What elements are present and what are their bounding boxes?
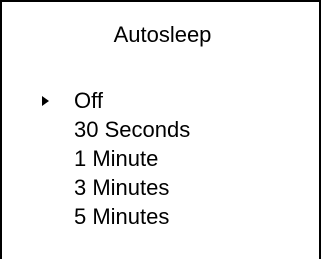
menu-item-label: Off [74,88,103,113]
menu-item-label: 5 Minutes [74,204,170,229]
menu-item-label: 1 Minute [74,146,159,171]
autosleep-screen: Autosleep Off 30 Seconds 1 Minute 3 Minu… [0,0,321,259]
menu-item-30-seconds[interactable]: 30 Seconds [2,115,190,144]
menu-item-label: 30 Seconds [74,117,191,142]
screen-title: Autosleep [113,22,212,47]
menu-item-off[interactable]: Off [2,86,190,115]
menu-item-3-minutes[interactable]: 3 Minutes [2,173,190,202]
menu-item-label: 3 Minutes [74,175,170,200]
selection-arrow-icon [42,96,49,106]
menu-item-1-minute[interactable]: 1 Minute [2,144,190,173]
menu-item-5-minutes[interactable]: 5 Minutes [2,202,190,231]
autosleep-menu: Off 30 Seconds 1 Minute 3 Minutes 5 Minu… [2,86,190,231]
